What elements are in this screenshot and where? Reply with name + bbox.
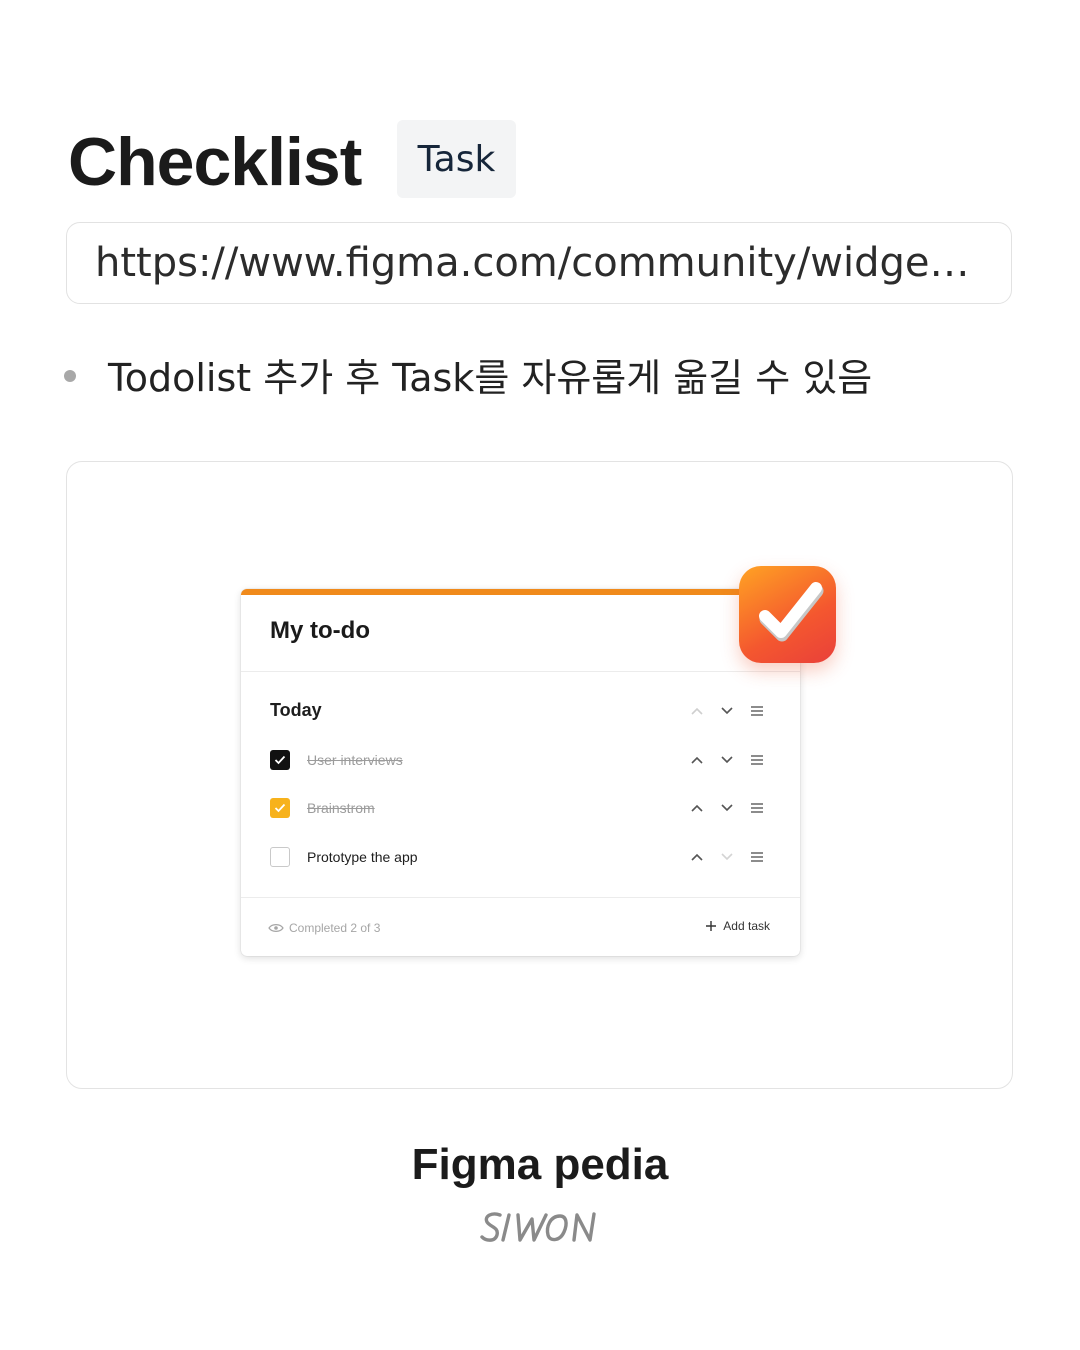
task-checkbox[interactable] [270, 750, 290, 770]
chevron-up-icon[interactable] [688, 702, 706, 720]
task-checkbox[interactable] [270, 798, 290, 818]
footer-divider [241, 897, 800, 898]
bullet-icon [64, 370, 76, 382]
section-title: Today [270, 700, 322, 720]
chevron-up-icon[interactable] [688, 848, 706, 866]
header-divider [241, 671, 800, 672]
brand-name: Figma pedia [411, 1140, 669, 1189]
chevron-down-icon[interactable] [718, 799, 736, 817]
drag-handle-icon[interactable] [748, 751, 766, 769]
chevron-down-icon[interactable] [718, 751, 736, 769]
task-label: Brainstrom [307, 800, 375, 816]
drag-handle-icon[interactable] [748, 799, 766, 817]
note-bullet: Todolist 추가 후 Task를 자유롭게 옮길 수 있음 [108, 356, 873, 400]
check-icon [759, 582, 824, 642]
page-title: Checklist [68, 124, 362, 200]
widget-accent-bar [241, 589, 800, 595]
completed-status: Completed 2 of 3 [268, 921, 380, 935]
signature-logo [480, 1212, 596, 1242]
task-controls [688, 798, 766, 818]
task-row[interactable]: User interviews [270, 748, 403, 772]
drag-handle-icon[interactable] [748, 848, 766, 866]
task-controls [688, 847, 766, 867]
link-url[interactable]: https://www.figma.com/community/widget/1… [95, 240, 983, 286]
checklist-app-icon [739, 566, 836, 663]
link-box[interactable]: https://www.figma.com/community/widget/1… [66, 222, 1012, 304]
widget-title: My to-do [270, 617, 370, 644]
task-row[interactable]: Brainstrom [270, 796, 375, 820]
check-icon [274, 803, 286, 813]
chevron-up-icon[interactable] [688, 799, 706, 817]
chevron-up-icon[interactable] [688, 751, 706, 769]
plus-icon [706, 921, 717, 931]
add-task-button[interactable]: Add task [705, 919, 770, 933]
chevron-down-icon[interactable] [718, 702, 736, 720]
task-checkbox[interactable] [270, 847, 290, 867]
completed-text: Completed 2 of 3 [289, 921, 381, 935]
eye-icon [268, 924, 284, 932]
task-row[interactable]: Prototype the app [270, 845, 418, 869]
task-label: Prototype the app [307, 849, 418, 865]
add-task-label: Add task [723, 919, 770, 933]
check-icon [274, 755, 286, 765]
chevron-down-icon[interactable] [718, 848, 736, 866]
task-label: User interviews [307, 752, 403, 768]
drag-handle-icon[interactable] [748, 702, 766, 720]
category-tag: Task [397, 120, 516, 198]
task-controls [688, 750, 766, 770]
section-controls [688, 701, 766, 721]
todo-widget-card: My to-do Today User interviews Brainstro… [241, 589, 800, 956]
